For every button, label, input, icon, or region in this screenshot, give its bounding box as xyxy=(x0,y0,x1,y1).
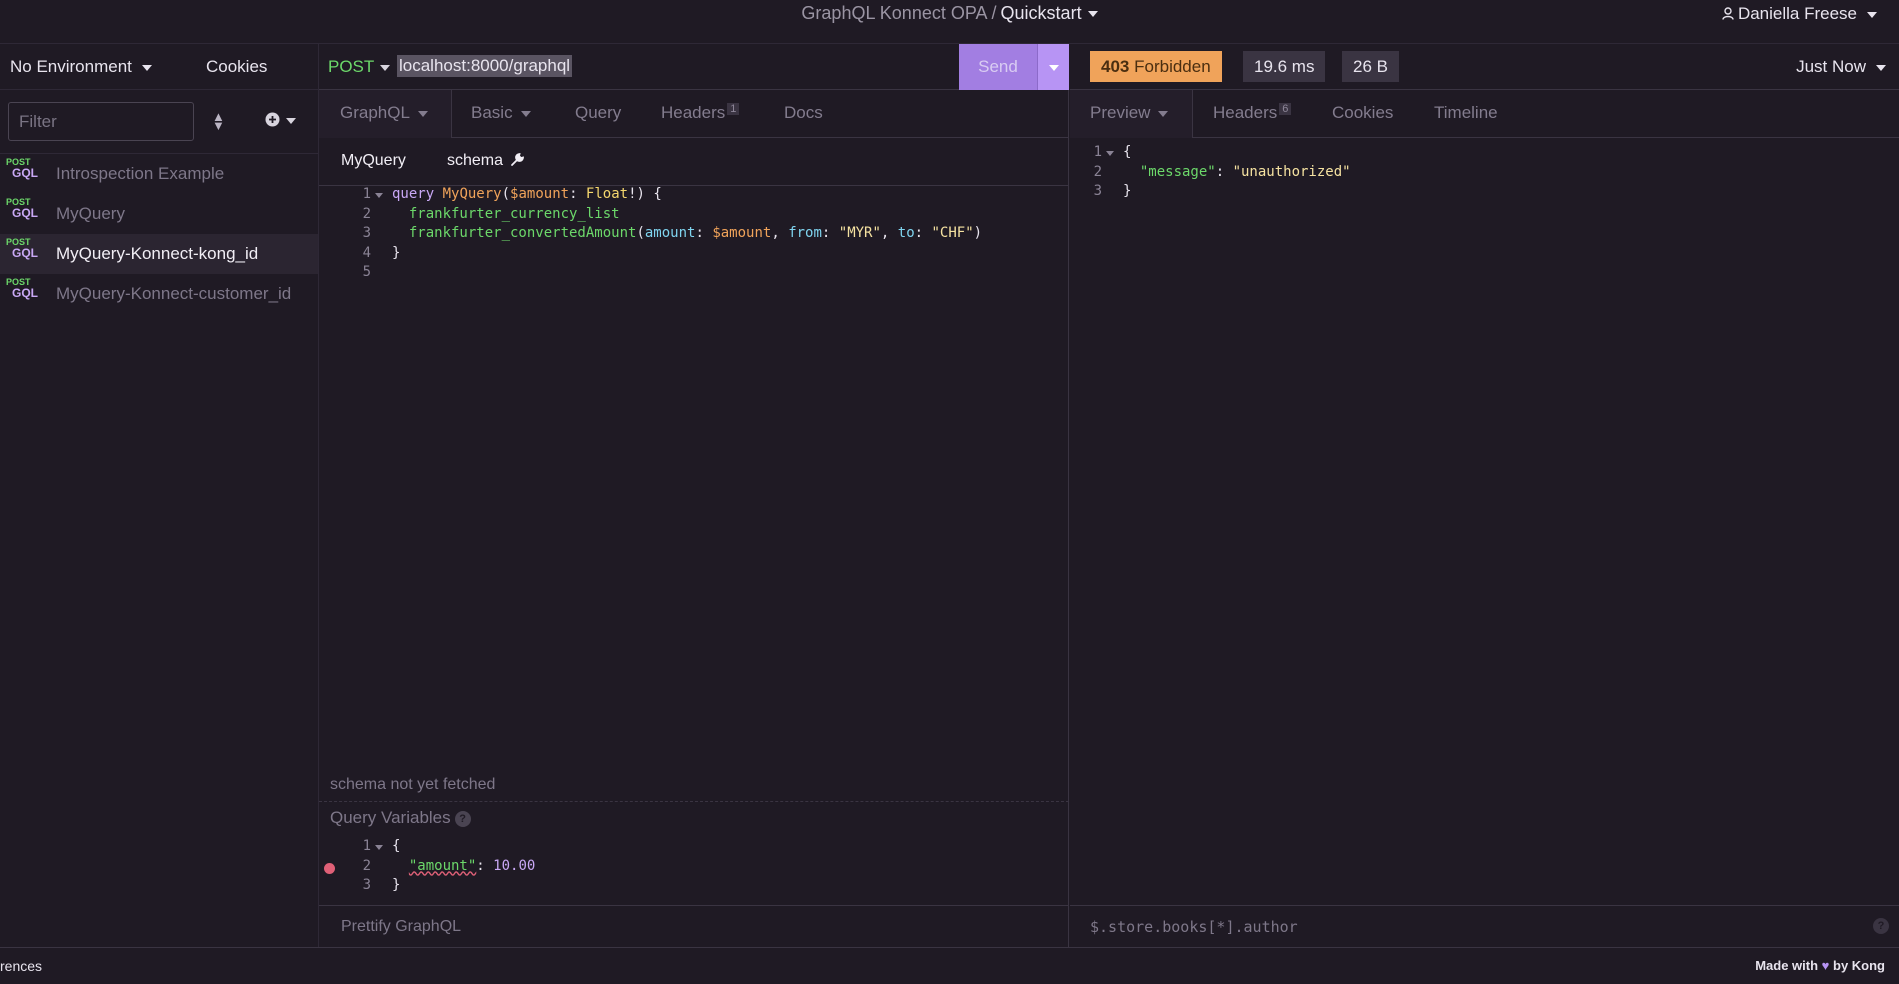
response-filter-bar: $.store.books[*].author ? xyxy=(1070,905,1899,947)
request-name[interactable]: MyQuery-Konnect-customer_id xyxy=(56,284,291,304)
response-tabs: Preview Headers 6 Cookies Timeline xyxy=(1070,90,1899,138)
filter-row: ▲▼ xyxy=(0,90,318,154)
editor-footer: Prettify GraphQL xyxy=(319,905,1069,947)
fold-icon[interactable] xyxy=(375,193,383,198)
add-dropdown[interactable] xyxy=(265,110,296,130)
headers-count-badge: 6 xyxy=(1279,103,1292,115)
breadcrumb: GraphQL Konnect OPA / Quickstart xyxy=(0,3,1899,24)
breadcrumb-project[interactable]: GraphQL Konnect OPA xyxy=(801,3,987,23)
workspace-switcher[interactable]: Quickstart xyxy=(1001,3,1098,23)
chevron-down-icon xyxy=(1087,11,1098,18)
tab-response-headers[interactable]: Headers 6 xyxy=(1213,103,1292,123)
sidebar: No Environment Cookies ▲▼ POSTGQL Intros… xyxy=(0,44,319,947)
method-label[interactable]: POST xyxy=(328,57,374,76)
jsonpath-filter-input[interactable]: $.store.books[*].author xyxy=(1090,918,1298,936)
request-list: POST GQL Introspection Example POST GQL My… xyxy=(0,154,318,314)
user-icon xyxy=(1722,7,1734,20)
sort-icon[interactable]: ▲ ▼ xyxy=(212,110,225,132)
user-name[interactable]: Daniella Freese xyxy=(1738,4,1857,23)
environment-selector[interactable]: No Environment xyxy=(10,57,152,77)
environment-label[interactable]: No Environment xyxy=(10,57,132,76)
time-badge: 19.6 ms xyxy=(1243,51,1326,82)
query-editor[interactable]: 1 query MyQuery($amount: Float!) { 2 fran… xyxy=(319,186,1069,776)
divider xyxy=(319,801,1069,802)
url-input[interactable]: localhost:8000/graphql xyxy=(397,55,573,77)
help-icon[interactable]: ? xyxy=(1873,918,1889,934)
schema-button[interactable]: schema xyxy=(447,152,525,170)
response-history-dropdown[interactable]: Just Now xyxy=(1796,57,1886,77)
response-header: 403 Forbidden 19.6 ms 26 B Just Now xyxy=(1070,44,1899,90)
chevron-down-icon xyxy=(1158,110,1169,117)
request-item[interactable]: POST GQL MyQuery xyxy=(0,194,318,234)
url-bar: POST localhost:8000/graphql Send xyxy=(319,44,1069,90)
method-badge: POST GQL xyxy=(6,197,38,220)
size-badge: 26 B xyxy=(1342,51,1399,82)
chevron-down-icon xyxy=(286,117,296,124)
environment-row: No Environment Cookies xyxy=(0,44,318,90)
preferences-link[interactable]: rences xyxy=(0,958,42,974)
method-badge: POST GQL xyxy=(6,157,38,180)
breadcrumb-separator: / xyxy=(991,3,997,23)
chevron-down-icon xyxy=(1048,64,1059,71)
top-bar: GraphQL Konnect OPA / Quickstart Daniella … xyxy=(0,0,1899,44)
chevron-down-icon xyxy=(141,64,152,71)
fold-icon[interactable] xyxy=(375,845,383,850)
method-badge: POST GQL xyxy=(6,277,38,300)
variables-editor[interactable]: 1{ 2 "amount": 10.00 3} xyxy=(319,838,1069,897)
schema-status: schema not yet fetched xyxy=(330,776,496,793)
tab-docs[interactable]: Docs xyxy=(784,103,823,123)
chevron-down-icon xyxy=(417,110,428,117)
tab-auth-basic[interactable]: Basic xyxy=(471,103,531,123)
response-body[interactable]: 1{ 2 "message": "unauthorized" 3} xyxy=(1070,144,1899,203)
cookies-button[interactable]: Cookies xyxy=(206,57,267,77)
status-badge: 403 Forbidden xyxy=(1090,51,1222,82)
prettify-button[interactable]: Prettify GraphQL xyxy=(341,918,461,936)
method-badge: POST GQL xyxy=(6,237,38,260)
user-menu[interactable]: Daniella Freese xyxy=(1722,4,1877,24)
request-name[interactable]: Introspection Example xyxy=(56,164,224,184)
request-pane: POST localhost:8000/graphql Send GraphQL… xyxy=(319,44,1069,947)
request-item[interactable]: POST GQL MyQuery-Konnect-customer_id xyxy=(0,274,318,314)
fold-icon[interactable] xyxy=(1106,151,1114,156)
tab-response-cookies[interactable]: Cookies xyxy=(1332,103,1393,123)
chevron-down-icon xyxy=(1876,64,1886,71)
plus-circle-icon xyxy=(265,112,280,127)
request-item[interactable]: POST GQL Introspection Example xyxy=(0,154,318,194)
request-item-active[interactable]: POST GQL MyQuery-Konnect-kong_id xyxy=(0,234,318,274)
tab-timeline[interactable]: Timeline xyxy=(1434,103,1498,123)
help-icon[interactable]: ? xyxy=(454,810,471,827)
operation-myquery[interactable]: MyQuery xyxy=(341,152,406,170)
response-pane: 403 Forbidden 19.6 ms 26 B Just Now Prev… xyxy=(1070,44,1899,947)
send-options-button[interactable] xyxy=(1037,44,1069,90)
send-button[interactable]: Send xyxy=(959,44,1037,90)
chevron-down-icon xyxy=(380,64,391,71)
headers-count-badge: 1 xyxy=(727,103,740,115)
tab-body-graphql[interactable]: GraphQL xyxy=(340,103,428,123)
request-name[interactable]: MyQuery-Konnect-kong_id xyxy=(56,244,258,264)
status-bar: rences Made with ♥ by Kong xyxy=(0,947,1899,984)
method-selector[interactable]: POST xyxy=(328,57,391,77)
tab-query[interactable]: Query xyxy=(575,103,621,123)
chevron-down-icon xyxy=(1867,11,1877,18)
operations-row: MyQuery schema xyxy=(319,138,1068,186)
filter-input[interactable] xyxy=(8,102,194,141)
tab-headers[interactable]: Headers 1 xyxy=(661,103,740,123)
chevron-down-icon xyxy=(520,110,531,117)
heart-icon: ♥ xyxy=(1821,958,1830,973)
request-tabs: GraphQL Basic Query Headers 1 Docs xyxy=(319,90,1068,138)
made-with-kong[interactable]: Made with ♥ by Kong xyxy=(1755,958,1885,973)
wrench-icon xyxy=(511,153,525,166)
request-name[interactable]: MyQuery xyxy=(56,204,125,224)
workspace-name[interactable]: Quickstart xyxy=(1001,3,1082,23)
tab-preview[interactable]: Preview xyxy=(1090,103,1169,123)
query-variables-title: Query Variables? xyxy=(330,808,471,828)
